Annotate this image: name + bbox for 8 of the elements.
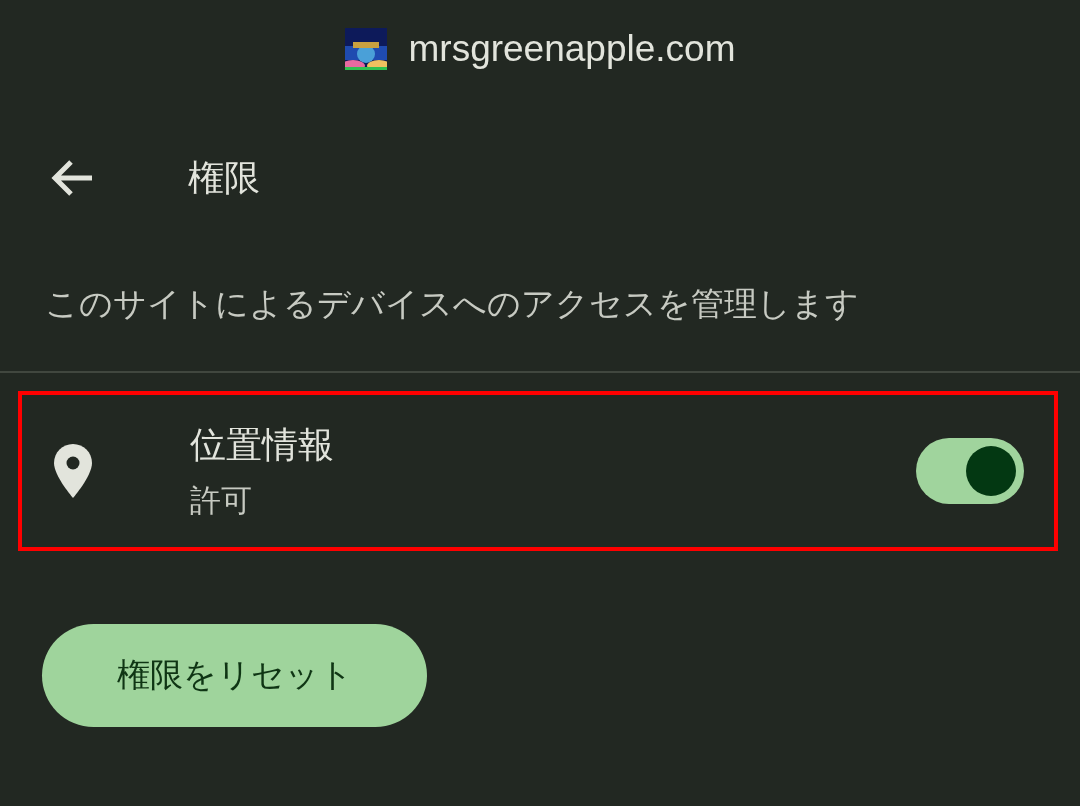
permission-label: 位置情報 xyxy=(190,422,335,467)
permission-status: 許可 xyxy=(190,480,253,520)
description-text: このサイトによるデバイスへのアクセスを管理します xyxy=(45,283,860,325)
location-pin-icon xyxy=(54,444,92,498)
page-title: 権限 xyxy=(188,155,260,200)
site-domain: mrsgreenapple.com xyxy=(408,28,736,70)
back-arrow-icon[interactable] xyxy=(50,159,94,197)
reset-permissions-button[interactable]: 権限をリセット xyxy=(42,624,427,727)
